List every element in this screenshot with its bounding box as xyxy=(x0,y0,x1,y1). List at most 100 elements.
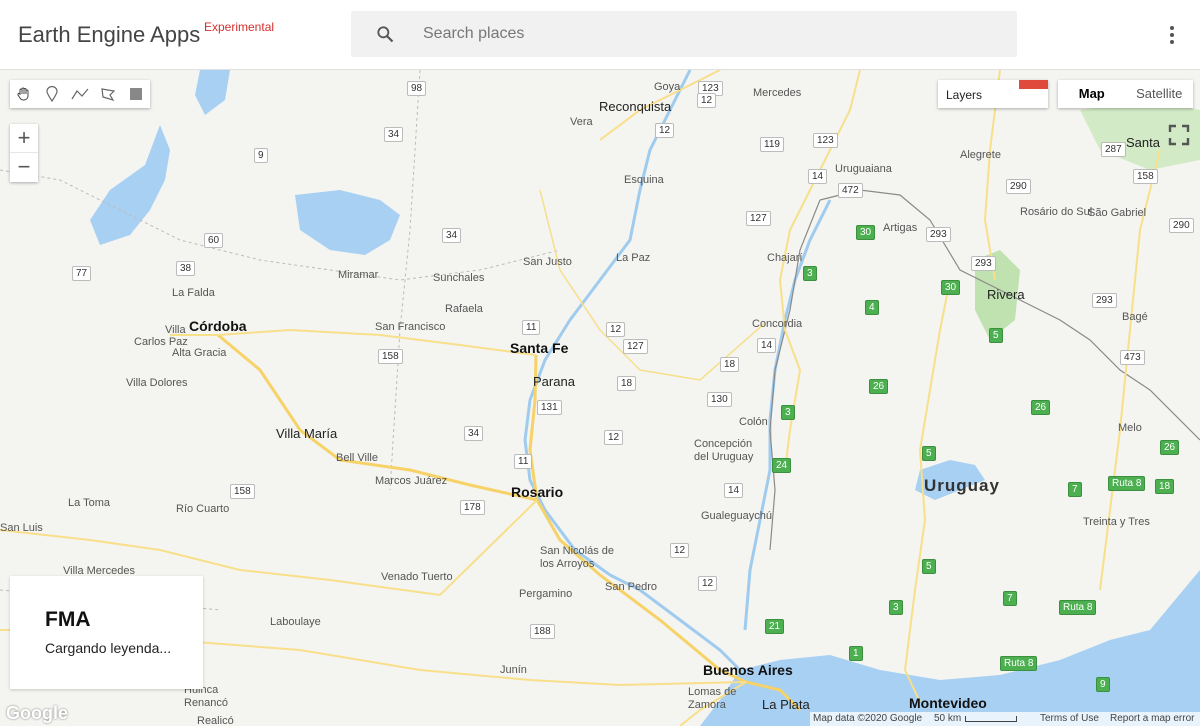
scale-bar xyxy=(965,716,1017,722)
route-shield: 12 xyxy=(606,322,626,337)
route-shield: 18 xyxy=(1155,479,1175,494)
city-label: La Falda xyxy=(172,287,215,299)
route-shield: 3 xyxy=(889,600,903,615)
route-shield: 158 xyxy=(378,349,403,364)
route-shield: 26 xyxy=(1031,400,1051,415)
route-shield: 188 xyxy=(530,624,555,639)
city-label: Artigas xyxy=(883,222,918,234)
city-label: Gualeguaychú xyxy=(701,510,772,522)
route-shield: 119 xyxy=(760,137,784,152)
route-shield: 472 xyxy=(838,183,863,198)
rectangle-icon[interactable] xyxy=(122,80,150,108)
city-label: La Toma xyxy=(68,497,110,509)
map-attribution: Map data ©2020 Google xyxy=(813,713,923,724)
map-type-satellite-button[interactable]: Satellite xyxy=(1126,80,1194,108)
city-label: Sunchales xyxy=(433,272,485,284)
app-title[interactable]: Earth Engine Apps xyxy=(18,22,200,48)
route-shield: 178 xyxy=(460,500,485,515)
route-shield: 12 xyxy=(604,430,624,445)
route-shield: 5 xyxy=(922,559,936,574)
city-label: Alta Gracia xyxy=(172,347,227,359)
map-type-control: Map Satellite xyxy=(1058,80,1193,108)
fullscreen-icon[interactable] xyxy=(1164,120,1194,150)
route-shield: 9 xyxy=(254,148,268,163)
route-shield: 158 xyxy=(1133,169,1158,184)
scale-label[interactable]: 50 km xyxy=(934,713,961,724)
city-label: Treinta y Tres xyxy=(1083,516,1150,528)
city-label-montevideo: Montevideo xyxy=(909,695,987,711)
city-label: Bagé xyxy=(1122,311,1148,323)
city-label: Concepción del Uruguay xyxy=(694,438,754,463)
city-label: Rosário do Sul xyxy=(1020,206,1093,218)
search-box[interactable] xyxy=(351,11,1017,57)
route-shield: 21 xyxy=(765,619,785,634)
layer-indicator xyxy=(1019,80,1048,89)
route-shield: 18 xyxy=(720,357,740,372)
route-shield: 130 xyxy=(707,392,732,407)
route-shield: 60 xyxy=(204,233,224,248)
city-label: San Luis xyxy=(0,522,43,534)
city-label: Rafaela xyxy=(445,303,483,315)
route-shield: 5 xyxy=(989,328,1003,343)
city-label: Colón xyxy=(739,416,768,428)
layers-label: Layers xyxy=(946,88,983,102)
city-label-santa-fe: Santa Fe xyxy=(510,340,569,356)
route-shield: 26 xyxy=(869,379,889,394)
zoom-in-button[interactable]: + xyxy=(10,124,38,153)
experimental-badge: Experimental xyxy=(204,20,275,34)
more-options-icon[interactable] xyxy=(1162,24,1182,46)
search-input[interactable] xyxy=(421,11,1001,57)
route-shield: 293 xyxy=(926,227,951,242)
country-label-uruguay: Uruguay xyxy=(924,476,1000,495)
report-error-link[interactable]: Report a map error xyxy=(1110,713,1194,724)
polygon-icon[interactable] xyxy=(94,80,122,108)
city-label: Bell Ville xyxy=(336,452,378,464)
legend-panel: FMA Cargando leyenda... xyxy=(10,576,203,689)
route-shield: 30 xyxy=(856,225,876,240)
city-label: Reconquista xyxy=(599,99,672,114)
map-type-map-button[interactable]: Map xyxy=(1058,80,1126,108)
route-shield: 24 xyxy=(772,458,792,473)
city-label: Laboulaye xyxy=(270,616,321,628)
route-shield: 9 xyxy=(1096,677,1110,692)
route-shield: 3 xyxy=(803,266,817,281)
app-header: Earth Engine Apps Experimental xyxy=(0,0,1200,70)
city-label-buenos-aires: Buenos Aires xyxy=(703,662,793,678)
city-label: Parana xyxy=(533,374,575,389)
search-icon[interactable] xyxy=(375,24,395,44)
route-shield: 98 xyxy=(407,81,427,96)
route-shield: 30 xyxy=(941,280,961,295)
city-label-cordoba: Córdoba xyxy=(189,318,247,334)
hand-icon[interactable] xyxy=(10,80,38,108)
route-shield: 11 xyxy=(514,454,533,469)
city-label: San Justo xyxy=(523,256,572,268)
point-icon[interactable] xyxy=(38,80,66,108)
city-label: La Plata xyxy=(762,697,810,712)
route-shield: 12 xyxy=(655,123,675,138)
route-shield: 14 xyxy=(757,338,777,353)
route-shield: 293 xyxy=(1092,293,1117,308)
drawing-toolbar xyxy=(10,80,150,108)
legend-title: FMA xyxy=(45,608,91,631)
city-label: Esquina xyxy=(624,174,664,186)
route-shield: 26 xyxy=(1160,440,1180,455)
city-label: Junín xyxy=(500,664,527,676)
route-shield: 3 xyxy=(781,405,795,420)
route-shield: 293 xyxy=(971,256,996,271)
route-shield: 11 xyxy=(522,320,541,335)
layers-button[interactable]: Layers xyxy=(938,80,1048,108)
terms-link[interactable]: Terms of Use xyxy=(1040,713,1099,724)
city-label: Alegrete xyxy=(960,149,1001,161)
city-label: Vera xyxy=(570,116,593,128)
route-shield: 131 xyxy=(537,400,562,415)
city-label: San Pedro xyxy=(605,581,657,593)
route-shield: Ruta 8 xyxy=(1059,600,1097,615)
route-shield: 7 xyxy=(1068,482,1082,497)
route-shield: 127 xyxy=(623,339,648,354)
zoom-out-button[interactable]: − xyxy=(10,153,38,182)
route-shield: 34 xyxy=(464,426,484,441)
route-shield: 473 xyxy=(1120,350,1145,365)
google-logo[interactable]: Google xyxy=(6,703,68,724)
city-label: Santa xyxy=(1126,135,1160,150)
line-icon[interactable] xyxy=(66,80,94,108)
